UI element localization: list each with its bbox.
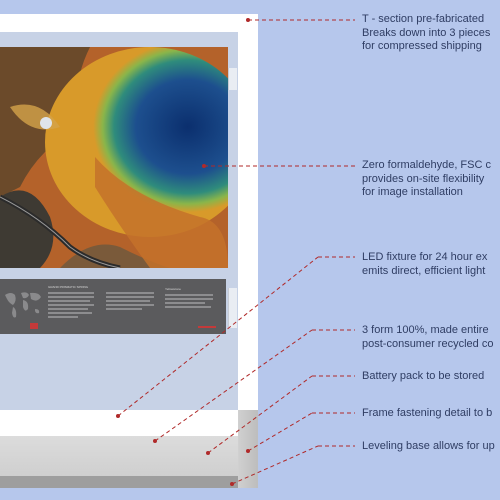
leader-line-frame-fastening [247,412,313,452]
callout-battery-pack: Battery pack to be stored [362,370,485,382]
leader-dot-frame-fastening [246,449,250,453]
leader-line-form-recycled [154,329,313,442]
leader-dot-led-fixture [116,414,120,418]
leader-line-leveling-base [231,445,319,485]
leader-dot-battery-pack [206,451,210,455]
leader-dot-zero-formaldehyde [202,164,206,168]
leader-lines [116,18,355,486]
leader-line-led-fixture [117,256,319,417]
leader-dot-form-recycled [153,439,157,443]
callout-leveling-base: Leveling base allows for up [362,440,495,452]
callout-zero-formaldehyde: Zero formaldehyde, FSC c provides on-sit… [362,159,491,198]
leader-line-battery-pack [207,375,313,454]
callout-t-section: T - section pre-fabricated Breaks down i… [362,13,491,52]
callout-frame-fastening: Frame fastening detail to b [362,407,493,419]
callout-form-recycled: 3 form 100%, made entire post-consumer r… [362,324,494,350]
leader-dot-leveling-base [230,482,234,486]
callout-led-fixture: LED fixture for 24 hour ex emits direct,… [362,251,488,277]
leader-dot-t-section [246,18,250,22]
